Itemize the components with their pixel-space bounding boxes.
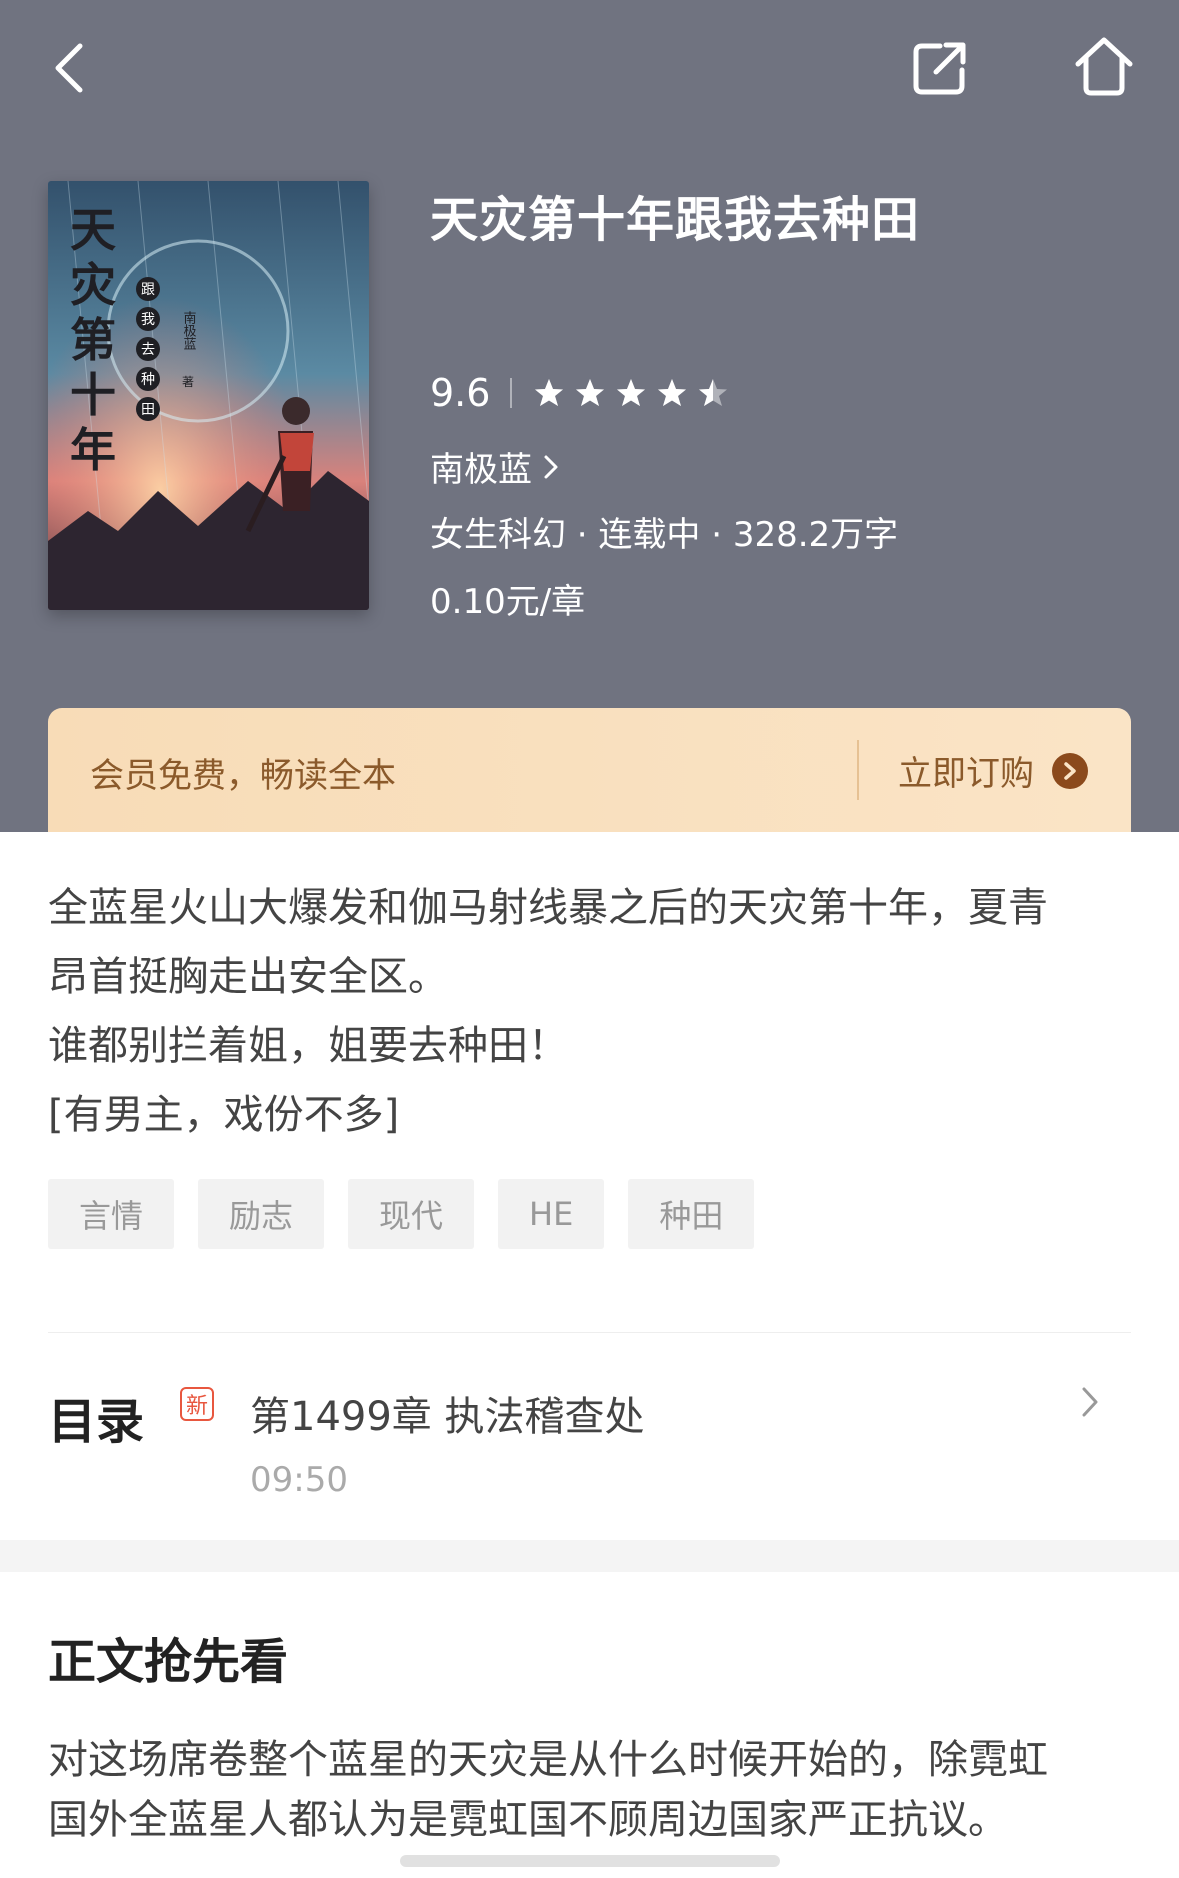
preview-line: 国外全蓝星人都认为是霓虹国不顾周边国家严正抗议。 <box>48 1797 1008 1843</box>
preview-text: 对这场席卷整个蓝星的天灾是从什么时候开始的，除霓虹 国外全蓝星人都认为是霓虹国不… <box>48 1730 1131 1850</box>
author-link[interactable]: 南极蓝 <box>430 442 562 491</box>
preview-title: 正文抢先看 <box>48 1634 289 1690</box>
cover-author: 南极蓝 <box>181 310 197 350</box>
chevron-right-icon <box>544 455 558 478</box>
home-indicator[interactable] <box>400 1855 780 1867</box>
chevron-left-icon <box>55 43 83 93</box>
subscribe-label: 立即订购 <box>898 754 1034 794</box>
home-button[interactable] <box>1074 36 1134 98</box>
rating-separator <box>510 378 513 408</box>
vip-divider <box>857 740 859 800</box>
svg-text:天: 天 <box>70 203 116 257</box>
toc-title: 目录 <box>48 1394 145 1450</box>
star-icon <box>576 379 605 406</box>
book-header: 天 灾 第 十 年 跟 我 去 种 田 南极蓝 著 天灾第十年跟我去种田 9.6… <box>0 0 1179 832</box>
svg-text:去: 去 <box>141 342 155 358</box>
subscribe-button[interactable]: 立即订购 <box>898 746 1088 795</box>
star-icon <box>617 379 646 406</box>
new-badge: 新 <box>180 1387 214 1421</box>
svg-text:年: 年 <box>70 423 116 477</box>
tag-item[interactable]: 现代 <box>348 1179 475 1249</box>
tag-item[interactable]: 言情 <box>48 1179 175 1249</box>
toc-entry[interactable]: 目录 新 第1499章 执法稽查处 09:50 <box>48 1360 1131 1520</box>
book-meta: 女生科幻 · 连载中 · 328.2万字 <box>430 515 899 555</box>
cover-author-suffix: 著 <box>182 375 194 389</box>
section-gap <box>0 1540 1179 1572</box>
chevron-right-icon <box>1082 1387 1098 1417</box>
author-name: 南极蓝 <box>430 450 532 490</box>
tag-list: 言情 励志 现代 HE 种田 <box>48 1179 755 1249</box>
latest-chapter: 第1499章 执法稽查处 <box>250 1394 645 1440</box>
vip-banner-text: 会员免费，畅读全本 <box>90 756 396 796</box>
svg-text:灾: 灾 <box>70 258 116 312</box>
svg-text:田: 田 <box>141 402 155 418</box>
rating-score: 9.6 <box>430 371 491 415</box>
tag-item[interactable]: HE <box>498 1179 605 1249</box>
cover-title: 天 灾 第 十 年 <box>70 203 116 477</box>
svg-text:十: 十 <box>70 368 116 422</box>
book-price: 0.10元/章 <box>430 582 586 622</box>
svg-text:跟: 跟 <box>141 282 155 298</box>
star-icon <box>535 379 564 406</box>
book-title: 天灾第十年跟我去种田 <box>430 192 921 248</box>
intro-line: [有男主，戏份不多] <box>48 1092 400 1138</box>
svg-text:第: 第 <box>70 313 116 367</box>
section-divider <box>48 1332 1131 1333</box>
rating-row: 9.6 <box>430 368 728 418</box>
update-time: 09:50 <box>250 1460 348 1500</box>
tag-item[interactable]: 种田 <box>628 1179 755 1249</box>
back-button[interactable] <box>48 38 88 98</box>
tag-item[interactable]: 励志 <box>198 1179 325 1249</box>
svg-text:我: 我 <box>141 312 155 328</box>
vip-banner: 会员免费，畅读全本 立即订购 <box>48 708 1131 832</box>
star-icon <box>699 379 728 406</box>
circle-arrow-right-icon <box>1052 752 1088 789</box>
intro-line: 昂首挺胸走出安全区。 <box>48 954 448 1000</box>
book-cover[interactable]: 天 灾 第 十 年 跟 我 去 种 田 南极蓝 著 <box>48 181 369 610</box>
intro-line: 全蓝星火山大爆发和伽马射线暴之后的天灾第十年，夏青 <box>48 885 1048 931</box>
share-icon <box>913 42 966 95</box>
home-icon <box>1075 37 1133 96</box>
share-button[interactable] <box>910 38 970 98</box>
svg-text:种: 种 <box>141 372 155 388</box>
intro-line: 谁都别拦着姐，姐要去种田！ <box>48 1023 568 1069</box>
preview-line: 对这场席卷整个蓝星的天灾是从什么时候开始的，除霓虹 <box>48 1737 1048 1783</box>
book-intro: 全蓝星火山大爆发和伽马射线暴之后的天灾第十年，夏青 昂首挺胸走出安全区。 谁都别… <box>48 874 1131 1150</box>
star-icon <box>658 379 687 406</box>
star-rating <box>534 378 728 408</box>
